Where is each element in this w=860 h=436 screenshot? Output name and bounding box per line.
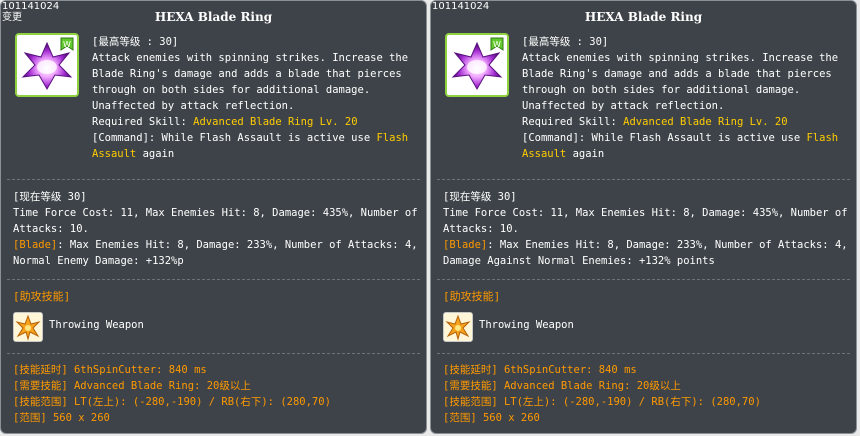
svg-text:W: W	[493, 40, 501, 49]
blade-text: : Max Enemies Hit: 8, Damage: 233%, Numb…	[487, 239, 848, 251]
info-line: [技能延时] 6thSpinCutter: 840 ms	[13, 364, 207, 376]
level-line: Attacks: 10.	[13, 223, 89, 235]
max-level: [最高等级 : 30]	[92, 36, 179, 48]
required-skill-line: Required Skill: Advanced Blade Ring Lv. …	[522, 114, 847, 130]
throwing-weapon-icon	[13, 312, 43, 342]
level-line: Time Force Cost: 11, Max Enemies Hit: 8,…	[13, 207, 418, 219]
command-suffix: again	[566, 148, 605, 160]
blade-line: [Blade]: Max Enemies Hit: 8, Damage: 233…	[13, 237, 418, 253]
required-skill-value: Advanced Blade Ring Lv. 20	[623, 116, 788, 128]
required-skill-value: Advanced Blade Ring Lv. 20	[193, 116, 358, 128]
desc-line: Attack enemies with spinning strikes. In…	[92, 52, 409, 64]
divider	[437, 179, 850, 180]
command-value: Flash	[806, 132, 839, 144]
info-line: [需要技能] Advanced Blade Ring: 20级以上	[13, 380, 251, 392]
required-skill-label: Required Skill:	[92, 116, 194, 128]
assist-skill-name: Throwing Weapon	[49, 319, 144, 331]
command-suffix: again	[136, 148, 175, 160]
blade-tag: [Blade]	[443, 239, 488, 251]
info-line: [技能延时] 6thSpinCutter: 840 ms	[443, 364, 637, 376]
command-line-cont: Assault again	[92, 146, 417, 162]
current-level-block: [现在等级 30] Time Force Cost: 11, Max Enemi…	[443, 189, 848, 269]
skill-tooltip-panel-left: 101141024 变更 HEXA Blade Ring W [最高等级 : 3…	[0, 0, 427, 434]
desc-line: Unaffected by attack reflection.	[522, 100, 725, 112]
required-skill-line: Required Skill: Advanced Blade Ring Lv. …	[92, 114, 417, 130]
assist-skill-title: [助攻技能]	[13, 290, 71, 303]
required-skill-label: Required Skill:	[522, 116, 624, 128]
desc-line: Blade Ring's damage and adds a blade tha…	[522, 68, 832, 80]
divider	[7, 179, 420, 180]
skill-title: HEXA Blade Ring	[584, 10, 703, 24]
divider	[7, 353, 420, 354]
skill-description: [最高等级 : 30] Attack enemies with spinning…	[92, 34, 417, 162]
level-line: Attacks: 10.	[443, 223, 519, 235]
hexa-blade-ring-icon: W	[445, 33, 509, 97]
current-level: [现在等级 30]	[443, 191, 517, 203]
divider	[437, 353, 850, 354]
divider	[7, 279, 420, 280]
info-line: [技能范围] LT(左上): (-280,-190) / RB(右下): (28…	[443, 396, 761, 408]
command-label: [Command]: While Flash Assault is active…	[92, 132, 377, 144]
desc-line: through on both sides for additional dam…	[92, 84, 371, 96]
blade-text: : Max Enemies Hit: 8, Damage: 233%, Numb…	[57, 239, 418, 251]
info-line: [范围] 560 x 260	[13, 412, 110, 424]
desc-line: Unaffected by attack reflection.	[92, 100, 295, 112]
command-value-cont: Assault	[522, 148, 567, 160]
assist-skill-name: Throwing Weapon	[479, 319, 574, 331]
blade-line: Damage Against Normal Enemies: +132% poi…	[443, 255, 715, 267]
desc-line: Blade Ring's damage and adds a blade tha…	[92, 68, 402, 80]
blade-tag: [Blade]	[13, 239, 58, 251]
command-line: [Command]: While Flash Assault is active…	[522, 130, 847, 146]
hexa-blade-ring-icon: W	[15, 33, 79, 97]
command-value-cont: Assault	[92, 148, 137, 160]
skill-description: [最高等级 : 30] Attack enemies with spinning…	[522, 34, 847, 162]
throwing-weapon-icon	[443, 312, 473, 342]
desc-line: Attack enemies with spinning strikes. In…	[522, 52, 839, 64]
info-line: [技能范围] LT(左上): (-280,-190) / RB(右下): (28…	[13, 396, 331, 408]
blade-line: Normal Enemy Damage: +132%p	[13, 255, 184, 267]
command-line: [Command]: While Flash Assault is active…	[92, 130, 417, 146]
blade-line: [Blade]: Max Enemies Hit: 8, Damage: 233…	[443, 237, 848, 253]
command-line-cont: Assault again	[522, 146, 847, 162]
max-level: [最高等级 : 30]	[522, 36, 609, 48]
info-line: [范围] 560 x 260	[443, 412, 540, 424]
current-level: [现在等级 30]	[13, 191, 87, 203]
command-label: [Command]: While Flash Assault is active…	[522, 132, 807, 144]
svg-text:W: W	[63, 40, 71, 49]
skill-info-block: [技能延时] 6thSpinCutter: 840 ms [需要技能] Adva…	[443, 362, 848, 426]
skill-tooltip-panel-right: 101141024 HEXA Blade Ring W [最高等级 : 30] …	[430, 0, 857, 434]
skill-title: HEXA Blade Ring	[154, 10, 273, 24]
desc-line: through on both sides for additional dam…	[522, 84, 801, 96]
level-line: Time Force Cost: 11, Max Enemies Hit: 8,…	[443, 207, 848, 219]
info-line: [需要技能] Advanced Blade Ring: 20级以上	[443, 380, 681, 392]
skill-info-block: [技能延时] 6thSpinCutter: 840 ms [需要技能] Adva…	[13, 362, 418, 426]
assist-skill-title: [助攻技能]	[443, 290, 501, 303]
current-level-block: [现在等级 30] Time Force Cost: 11, Max Enemi…	[13, 189, 418, 269]
command-value: Flash	[376, 132, 409, 144]
divider	[437, 279, 850, 280]
